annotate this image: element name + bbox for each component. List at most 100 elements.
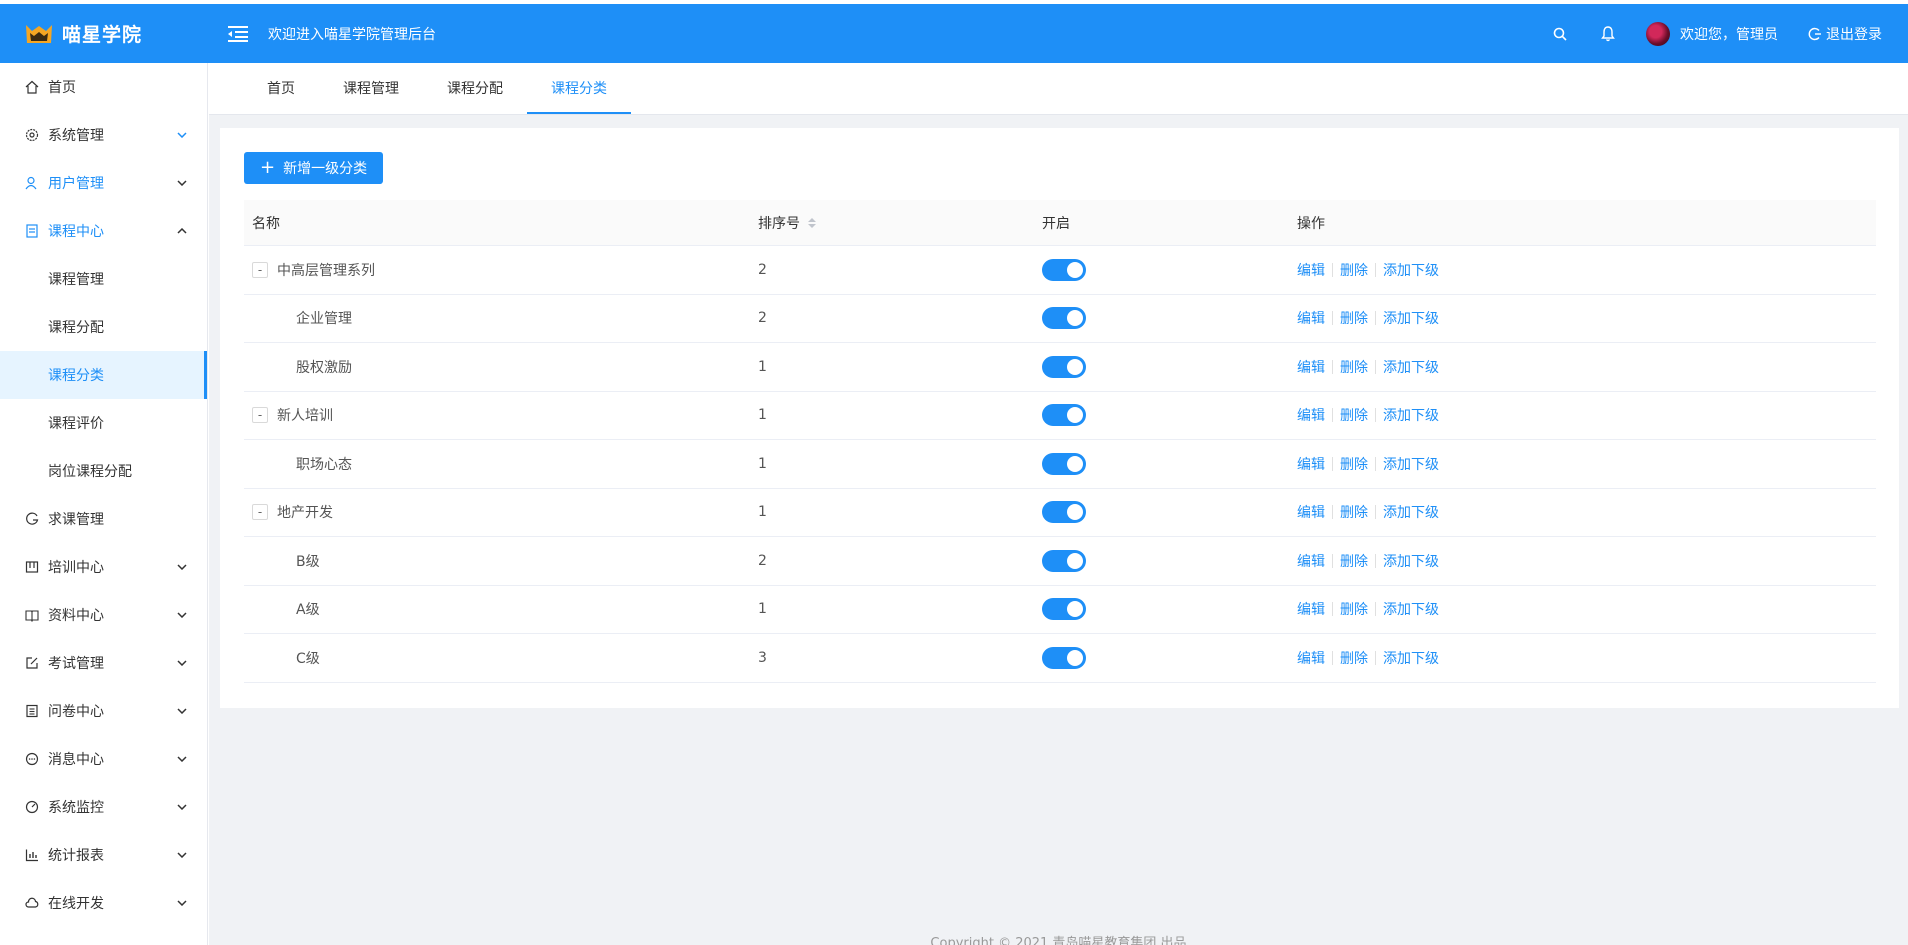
header-search-button[interactable] [1536, 4, 1584, 63]
collapse-toggle[interactable]: - [252, 407, 268, 424]
edit-link[interactable]: 编辑 [1297, 599, 1325, 619]
edit-link[interactable]: 编辑 [1297, 405, 1325, 425]
divider [1375, 311, 1376, 326]
chevron-down-icon [175, 848, 189, 862]
table-row: B级 2 编辑 删除 添加下级 [244, 537, 1876, 586]
edit-link[interactable]: 编辑 [1297, 648, 1325, 668]
sidebar-item-training[interactable]: 培训中心 [0, 543, 207, 591]
sidebar-subitem-course-manage[interactable]: 课程管理 [0, 255, 207, 303]
divider [1375, 505, 1376, 520]
tab-course-manage[interactable]: 课程管理 [319, 62, 423, 114]
open-book-icon [24, 607, 40, 623]
sort-icon[interactable] [808, 217, 816, 228]
sidebar-item-survey[interactable]: 问卷中心 [0, 687, 207, 735]
delete-link[interactable]: 删除 [1340, 502, 1368, 522]
add-top-category-button[interactable]: + 新增一级分类 [244, 152, 384, 184]
chevron-down-icon [175, 560, 189, 574]
user-menu[interactable]: 欢迎您，管理员 [1646, 21, 1778, 46]
collapse-toggle[interactable]: - [252, 261, 268, 278]
sidebar-item-course-center[interactable]: 课程中心 [0, 207, 207, 255]
add-child-link[interactable]: 添加下级 [1383, 648, 1439, 668]
delete-link[interactable]: 删除 [1340, 599, 1368, 619]
sidebar-item-reports[interactable]: 统计报表 [0, 831, 207, 879]
enabled-switch[interactable] [1042, 501, 1086, 524]
logo[interactable]: 喵星学院 [0, 20, 208, 47]
edit-link[interactable]: 编辑 [1297, 308, 1325, 328]
enabled-switch[interactable] [1042, 646, 1086, 669]
table-header: 名称 排序号 开启 操作 [244, 200, 1876, 246]
enabled-switch[interactable] [1042, 258, 1086, 281]
sidebar-item-system[interactable]: 系统管理 [0, 111, 207, 159]
menu-toggle-button[interactable] [226, 22, 250, 46]
gear-icon [24, 127, 40, 143]
table-row: 职场心态 1 编辑 删除 添加下级 [244, 440, 1876, 489]
delete-link[interactable]: 删除 [1340, 551, 1368, 571]
edit-link[interactable]: 编辑 [1297, 502, 1325, 522]
avatar [1646, 21, 1670, 46]
cell-order: 1 [758, 601, 767, 618]
add-child-link[interactable]: 添加下级 [1383, 405, 1439, 425]
divider [1375, 602, 1376, 617]
enabled-switch[interactable] [1042, 404, 1086, 427]
add-child-link[interactable]: 添加下级 [1383, 502, 1439, 522]
add-child-link[interactable]: 添加下级 [1383, 454, 1439, 474]
enabled-switch[interactable] [1042, 598, 1086, 621]
delete-link[interactable]: 删除 [1340, 454, 1368, 474]
sidebar-item-messages[interactable]: 消息中心 [0, 735, 207, 783]
delete-link[interactable]: 删除 [1340, 648, 1368, 668]
chat-icon [24, 751, 40, 767]
divider [1332, 505, 1333, 520]
sidebar-item-course-request[interactable]: 求课管理 [0, 495, 207, 543]
edit-link[interactable]: 编辑 [1297, 357, 1325, 377]
tab-course-category[interactable]: 课程分类 [527, 62, 631, 114]
add-child-link[interactable]: 添加下级 [1383, 308, 1439, 328]
sidebar-subitem-post-course[interactable]: 岗位课程分配 [0, 447, 207, 495]
category-name: 股权激励 [296, 359, 352, 376]
cell-order: 1 [758, 455, 767, 472]
add-child-link[interactable]: 添加下级 [1383, 357, 1439, 377]
table-row: C级 3 编辑 删除 添加下级 [244, 634, 1876, 683]
cell-name: - 新人培训 [244, 405, 750, 425]
notification-button[interactable] [1584, 4, 1632, 63]
delete-link[interactable]: 删除 [1340, 308, 1368, 328]
enabled-switch[interactable] [1042, 549, 1086, 572]
cell-name: 股权激励 [244, 357, 750, 377]
edit-link[interactable]: 编辑 [1297, 551, 1325, 571]
tab-course-assign[interactable]: 课程分配 [423, 62, 527, 114]
book-icon [24, 223, 40, 239]
category-name: C级 [296, 650, 320, 667]
enabled-switch[interactable] [1042, 355, 1086, 378]
sidebar-subitem-course-review[interactable]: 课程评价 [0, 399, 207, 447]
cell-enabled [1034, 501, 1289, 524]
collapse-toggle[interactable]: - [252, 504, 268, 521]
column-header-order[interactable]: 排序号 [750, 213, 1034, 233]
chevron-down-icon [175, 752, 189, 766]
delete-link[interactable]: 删除 [1340, 260, 1368, 280]
sidebar-subitem-course-assign[interactable]: 课程分配 [0, 303, 207, 351]
enabled-switch[interactable] [1042, 452, 1086, 475]
logout-button[interactable]: 退出登录 [1808, 24, 1882, 44]
add-child-link[interactable]: 添加下级 [1383, 599, 1439, 619]
tab-home[interactable]: 首页 [243, 62, 319, 114]
sidebar-item-monitor[interactable]: 系统监控 [0, 783, 207, 831]
enabled-switch[interactable] [1042, 307, 1086, 330]
sidebar-item-resources[interactable]: 资料中心 [0, 591, 207, 639]
category-name: 职场心态 [296, 456, 352, 473]
sidebar-item-home[interactable]: 首页 [0, 63, 207, 111]
edit-link[interactable]: 编辑 [1297, 260, 1325, 280]
cell-name: 职场心态 [244, 454, 750, 474]
sidebar-subitem-course-category[interactable]: 课程分类 [0, 351, 207, 399]
delete-link[interactable]: 删除 [1340, 405, 1368, 425]
edit-link[interactable]: 编辑 [1297, 454, 1325, 474]
add-child-link[interactable]: 添加下级 [1383, 260, 1439, 280]
sidebar-item-exam[interactable]: 考试管理 [0, 639, 207, 687]
tab-bar: 首页 课程管理 课程分配 课程分类 [209, 63, 1908, 115]
sidebar-item-online-dev[interactable]: 在线开发 [0, 879, 207, 927]
cell-order: 3 [758, 649, 767, 666]
delete-link[interactable]: 删除 [1340, 357, 1368, 377]
category-name: B级 [296, 553, 320, 570]
table-row: - 地产开发 1 编辑 删除 添加下级 [244, 489, 1876, 537]
chevron-down-icon [175, 128, 189, 142]
add-child-link[interactable]: 添加下级 [1383, 551, 1439, 571]
sidebar-item-users[interactable]: 用户管理 [0, 159, 207, 207]
